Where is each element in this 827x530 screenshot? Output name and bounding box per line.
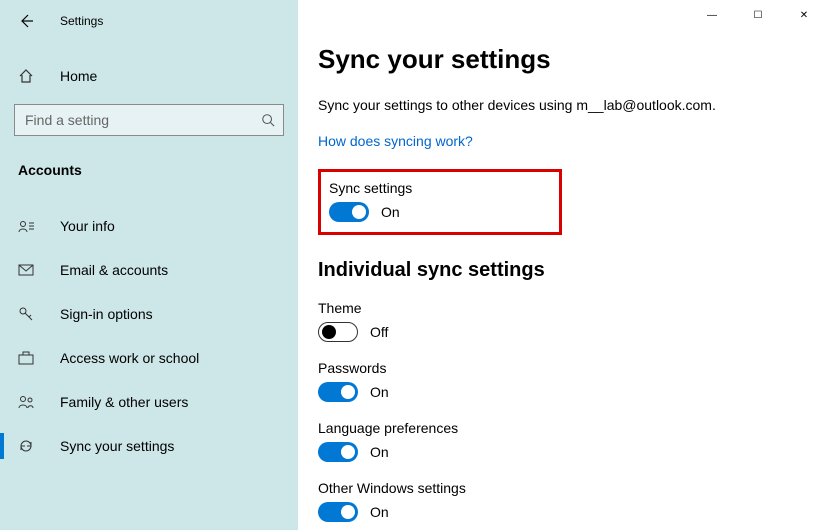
passwords-toggle[interactable] xyxy=(318,382,358,402)
home-icon xyxy=(18,68,42,84)
sidebar-item-label: Your info xyxy=(60,218,115,234)
key-icon xyxy=(18,306,42,322)
category-header: Accounts xyxy=(0,136,298,186)
search-input[interactable] xyxy=(25,112,261,128)
sidebar-item-access-work-school[interactable]: Access work or school xyxy=(0,336,298,380)
theme-toggle[interactable] xyxy=(318,322,358,342)
sync-settings-highlight: Sync settings On xyxy=(318,169,562,235)
page-title: Sync your settings xyxy=(318,44,827,75)
close-button[interactable]: ✕ xyxy=(781,0,827,30)
theme-label: Theme xyxy=(318,300,827,316)
briefcase-icon xyxy=(18,351,42,365)
sidebar-item-your-info[interactable]: Your info xyxy=(0,204,298,248)
sidebar-item-label: Email & accounts xyxy=(60,262,168,278)
sync-settings-state: On xyxy=(381,204,400,220)
sync-icon xyxy=(18,438,42,454)
sidebar-item-signin-options[interactable]: Sign-in options xyxy=(0,292,298,336)
other-windows-state: On xyxy=(370,504,389,520)
sync-settings-label: Sync settings xyxy=(329,180,547,196)
home-label: Home xyxy=(60,68,97,84)
language-label: Language preferences xyxy=(318,420,827,436)
language-toggle[interactable] xyxy=(318,442,358,462)
back-button[interactable] xyxy=(18,13,42,29)
search-box[interactable] xyxy=(14,104,284,136)
home-nav[interactable]: Home xyxy=(0,56,298,96)
sidebar-item-label: Sync your settings xyxy=(60,438,174,454)
sidebar-item-label: Access work or school xyxy=(60,350,199,366)
theme-state: Off xyxy=(370,324,388,340)
help-link[interactable]: How does syncing work? xyxy=(318,133,473,149)
sync-settings-toggle[interactable] xyxy=(329,202,369,222)
app-title: Settings xyxy=(60,14,103,28)
sidebar: Settings Home Accounts Your info xyxy=(0,0,298,530)
person-card-icon xyxy=(18,219,42,233)
sidebar-item-label: Family & other users xyxy=(60,394,188,410)
sidebar-item-family-other-users[interactable]: Family & other users xyxy=(0,380,298,424)
sidebar-item-sync-settings[interactable]: Sync your settings xyxy=(0,424,298,468)
passwords-label: Passwords xyxy=(318,360,827,376)
minimize-button[interactable]: — xyxy=(689,0,735,30)
people-icon xyxy=(18,395,42,409)
page-description: Sync your settings to other devices usin… xyxy=(318,97,827,113)
maximize-button[interactable]: ☐ xyxy=(735,0,781,30)
passwords-state: On xyxy=(370,384,389,400)
other-windows-label: Other Windows settings xyxy=(318,480,827,496)
email-icon xyxy=(18,264,42,276)
language-state: On xyxy=(370,444,389,460)
sidebar-item-label: Sign-in options xyxy=(60,306,153,322)
other-windows-toggle[interactable] xyxy=(318,502,358,522)
individual-sync-title: Individual sync settings xyxy=(318,259,827,282)
sidebar-item-email-accounts[interactable]: Email & accounts xyxy=(0,248,298,292)
main-content: Sync your settings Sync your settings to… xyxy=(298,0,827,530)
search-icon xyxy=(261,113,275,127)
